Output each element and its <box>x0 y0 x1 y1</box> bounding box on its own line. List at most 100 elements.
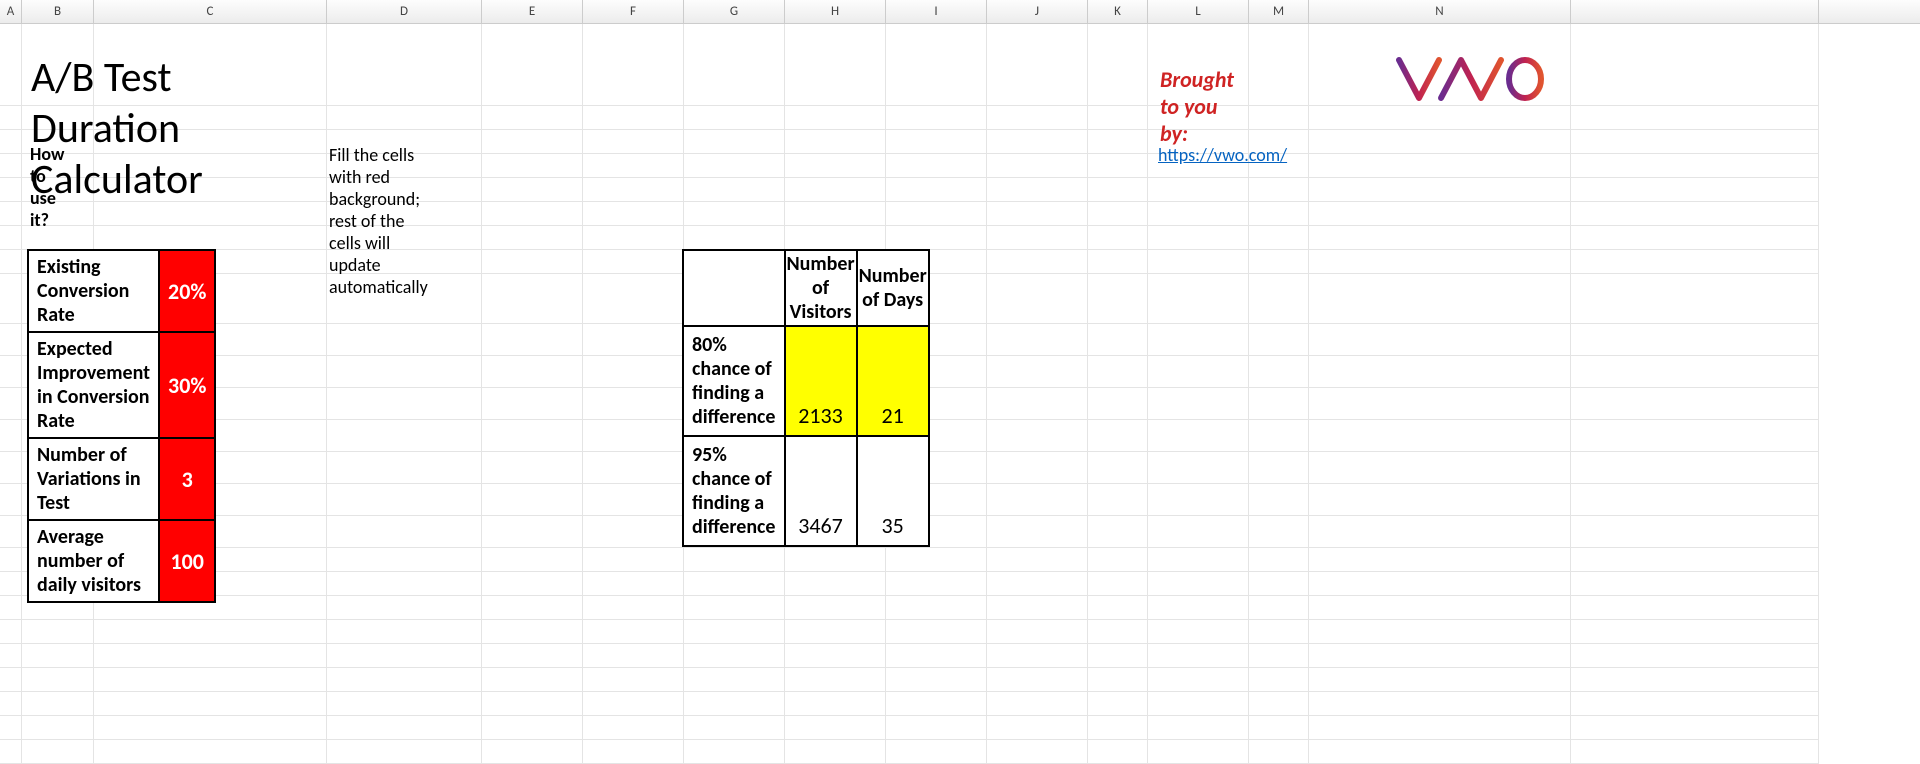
grid-cell[interactable] <box>1571 324 1819 356</box>
grid-cell[interactable] <box>1309 452 1571 484</box>
grid-cell[interactable] <box>886 620 987 644</box>
grid-cell[interactable] <box>327 740 482 764</box>
grid-cell[interactable] <box>0 740 22 764</box>
grid-cell[interactable] <box>327 668 482 692</box>
grid-cell[interactable] <box>1088 644 1148 668</box>
grid-cell[interactable] <box>1088 202 1148 226</box>
grid-cell[interactable] <box>482 226 583 250</box>
input-value-expected-improvement[interactable]: 30% <box>159 332 215 438</box>
grid-cell[interactable] <box>1571 692 1819 716</box>
grid-cell[interactable] <box>684 572 785 596</box>
grid-cell[interactable] <box>987 596 1088 620</box>
grid-cell[interactable] <box>583 548 684 572</box>
grid-cell[interactable] <box>886 24 987 106</box>
grid-cell[interactable] <box>1088 274 1148 324</box>
grid-cell[interactable] <box>327 420 482 452</box>
grid-cell[interactable] <box>583 388 684 420</box>
grid-cell[interactable] <box>327 620 482 644</box>
col-header-i[interactable]: I <box>886 0 987 23</box>
grid-cell[interactable] <box>482 484 583 516</box>
grid-cell[interactable] <box>1309 644 1571 668</box>
grid-cell[interactable] <box>987 548 1088 572</box>
grid-cell[interactable] <box>1309 178 1571 202</box>
grid-cell[interactable] <box>987 716 1088 740</box>
grid-cell[interactable] <box>886 692 987 716</box>
grid-cell[interactable] <box>1571 202 1819 226</box>
grid-cell[interactable] <box>1088 420 1148 452</box>
grid-cell[interactable] <box>987 452 1088 484</box>
grid-cell[interactable] <box>482 274 583 324</box>
grid-cell[interactable] <box>583 202 684 226</box>
grid-cell[interactable] <box>1309 324 1571 356</box>
grid-cell[interactable] <box>886 106 987 130</box>
grid-cell[interactable] <box>785 178 886 202</box>
grid-cell[interactable] <box>1088 692 1148 716</box>
grid-cell[interactable] <box>0 178 22 202</box>
grid-cell[interactable] <box>1249 484 1309 516</box>
grid-cell[interactable] <box>22 620 94 644</box>
grid-cell[interactable] <box>482 388 583 420</box>
grid-cell[interactable] <box>1571 644 1819 668</box>
grid-cell[interactable] <box>1088 716 1148 740</box>
grid-cell[interactable] <box>684 596 785 620</box>
grid-cell[interactable] <box>482 668 583 692</box>
grid-cell[interactable] <box>886 668 987 692</box>
grid-cell[interactable] <box>987 24 1088 106</box>
grid-cell[interactable] <box>1571 484 1819 516</box>
grid-cell[interactable] <box>0 226 22 250</box>
grid-cell[interactable] <box>886 226 987 250</box>
col-header-c[interactable]: C <box>94 0 327 23</box>
grid-cell[interactable] <box>1088 226 1148 250</box>
grid-cell[interactable] <box>583 452 684 484</box>
grid-cell[interactable] <box>1309 388 1571 420</box>
grid-cell[interactable] <box>0 692 22 716</box>
grid-cell[interactable] <box>1571 356 1819 388</box>
grid-cell[interactable] <box>583 740 684 764</box>
grid-cell[interactable] <box>1148 452 1249 484</box>
grid-cell[interactable] <box>1309 516 1571 548</box>
grid-cell[interactable] <box>1088 452 1148 484</box>
grid-cell[interactable] <box>785 668 886 692</box>
grid-cell[interactable] <box>1309 202 1571 226</box>
col-header-d[interactable]: D <box>327 0 482 23</box>
col-header-j[interactable]: J <box>987 0 1088 23</box>
grid-cell[interactable] <box>327 24 482 106</box>
grid-cell[interactable] <box>482 356 583 388</box>
grid-cell[interactable] <box>1088 154 1148 178</box>
grid-cell[interactable] <box>1571 274 1819 324</box>
grid-cell[interactable] <box>327 356 482 388</box>
grid-cell[interactable] <box>327 596 482 620</box>
col-header-a[interactable]: A <box>0 0 22 23</box>
grid-cell[interactable] <box>987 644 1088 668</box>
grid-cell[interactable] <box>1309 420 1571 452</box>
grid-cell[interactable] <box>1249 24 1309 106</box>
grid-cell[interactable] <box>1148 740 1249 764</box>
grid-cell[interactable] <box>987 106 1088 130</box>
vwo-link[interactable]: https://vwo.com/ <box>1158 144 1287 166</box>
grid-cell[interactable] <box>886 596 987 620</box>
col-header-n[interactable]: N <box>1309 0 1571 23</box>
grid-cell[interactable] <box>1249 548 1309 572</box>
grid-cell[interactable] <box>987 388 1088 420</box>
col-header-b[interactable]: B <box>22 0 94 23</box>
grid-cell[interactable] <box>482 644 583 668</box>
grid-cell[interactable] <box>886 548 987 572</box>
grid-cell[interactable] <box>1309 596 1571 620</box>
grid-cell[interactable] <box>327 644 482 668</box>
grid-cell[interactable] <box>785 716 886 740</box>
grid-cell[interactable] <box>0 716 22 740</box>
grid-cell[interactable] <box>785 154 886 178</box>
grid-cell[interactable] <box>22 740 94 764</box>
grid-cell[interactable] <box>482 516 583 548</box>
grid-cell[interactable] <box>482 324 583 356</box>
grid-cell[interactable] <box>482 620 583 644</box>
grid-cell[interactable] <box>583 516 684 548</box>
grid-cell[interactable] <box>1249 202 1309 226</box>
grid-cell[interactable] <box>684 548 785 572</box>
grid-cell[interactable] <box>327 388 482 420</box>
grid-cell[interactable] <box>987 516 1088 548</box>
grid-cell[interactable] <box>1148 572 1249 596</box>
grid-cell[interactable] <box>327 452 482 484</box>
col-header-l[interactable]: L <box>1148 0 1249 23</box>
grid-cell[interactable] <box>987 692 1088 716</box>
